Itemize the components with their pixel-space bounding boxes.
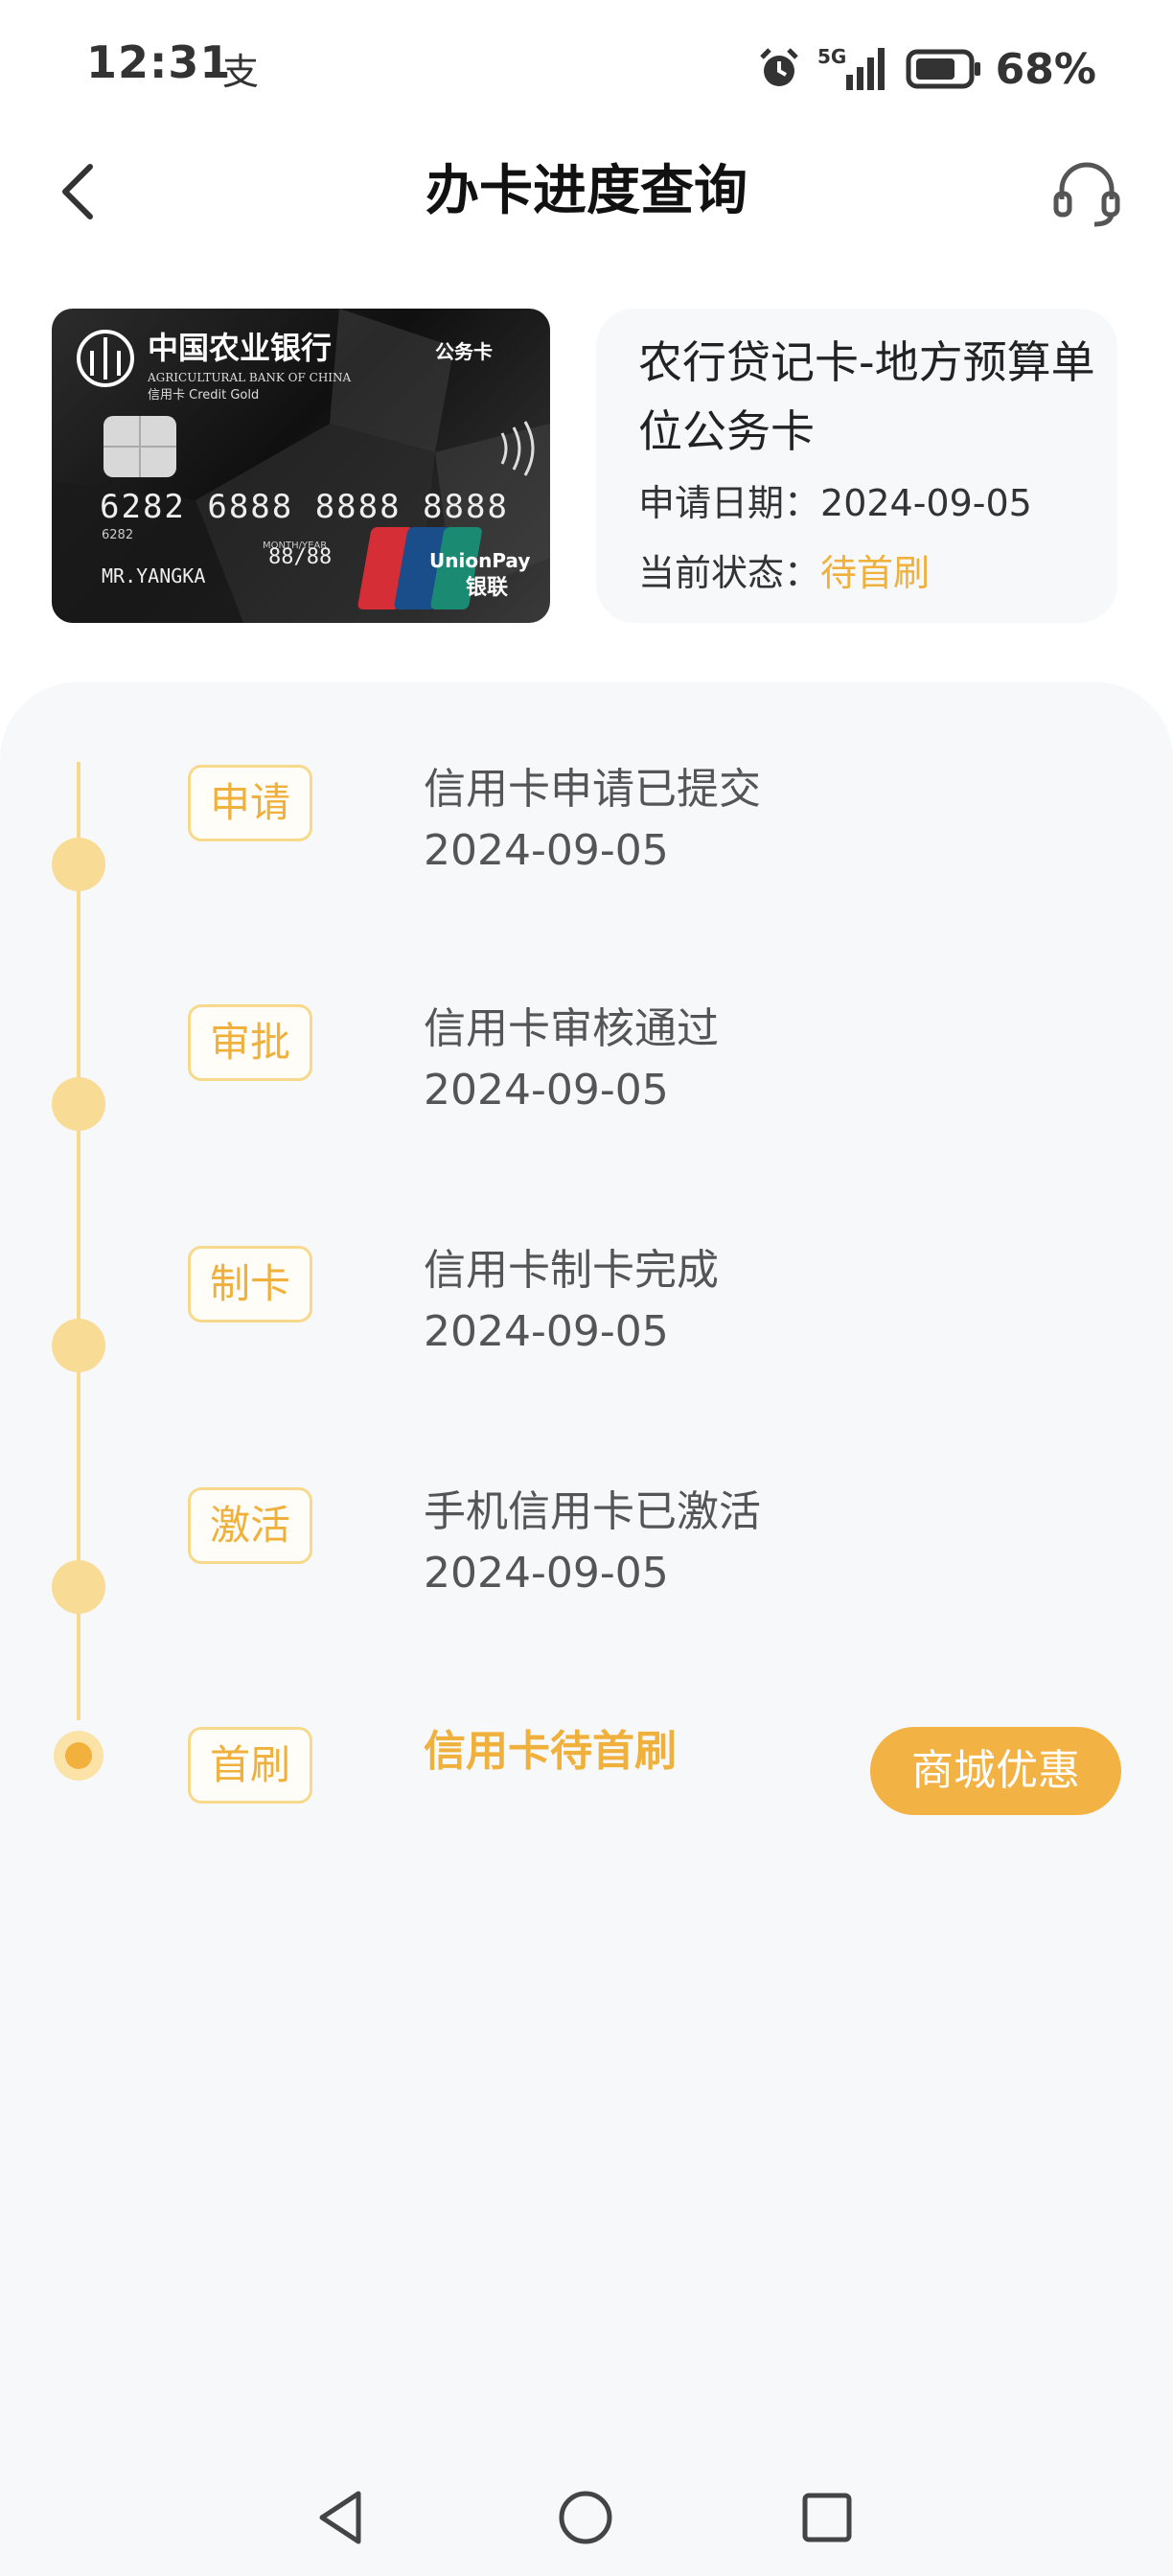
alipay-notification-icon: 支 — [222, 51, 260, 93]
step-title: 信用卡申请已提交 — [424, 765, 761, 814]
step-date: 2024-09-05 — [424, 1066, 669, 1115]
unionpay-text: UnionPay — [429, 549, 530, 572]
step-title: 信用卡制卡完成 — [424, 1246, 719, 1295]
system-nav-bar — [0, 2446, 1173, 2576]
step-dot — [52, 838, 105, 891]
card-artwork: 中国农业银行 AGRICULTURAL BANK OF CHINA 信用卡 Cr… — [52, 309, 550, 623]
card-valid-thru: 88/88 — [268, 545, 332, 569]
step-tag: 首刷 — [188, 1727, 312, 1804]
card-type-label: 公务卡 — [435, 340, 493, 363]
step-title: 信用卡待首刷 — [424, 1727, 677, 1776]
customer-service-button[interactable] — [1048, 153, 1125, 230]
circle-home-icon — [559, 2491, 612, 2544]
card-holder-name: MR.YANGKA — [102, 564, 205, 587]
triangle-back-icon — [319, 2491, 361, 2544]
step-date: 2024-09-05 — [424, 1549, 669, 1598]
current-status-label: 当前状态： — [638, 552, 821, 594]
app-header: 办卡进度查询 — [0, 134, 1173, 249]
step-dot — [52, 1560, 105, 1614]
current-status-value: 待首刷 — [820, 552, 931, 594]
progress-step-make-card: 制卡 信用卡制卡完成 2024-09-05 — [0, 1238, 1173, 1430]
headset-icon — [1053, 162, 1120, 227]
current-status-row: 当前状态：待首刷 — [638, 546, 930, 600]
step-title: 信用卡审核通过 — [424, 1004, 719, 1053]
card-number: 6282 6888 8888 8888 — [100, 488, 509, 526]
credit-card-image: 中国农业银行 AGRICULTURAL BANK OF CHINA 信用卡 Cr… — [52, 309, 550, 623]
step-tag: 申请 — [188, 765, 312, 841]
apply-date-value: 2024-09-05 — [820, 482, 1032, 524]
card-number-prefix: 6282 — [102, 528, 133, 542]
nav-home-button[interactable] — [552, 2484, 619, 2551]
step-tag: 审批 — [188, 1004, 312, 1081]
progress-step-approve: 审批 信用卡审核通过 2024-09-05 — [0, 997, 1173, 1188]
step-tag: 激活 — [188, 1487, 312, 1564]
unionpay-cn-text: 银联 — [466, 576, 508, 600]
step-dot-current — [54, 1731, 104, 1781]
apply-date-label: 申请日期： — [638, 482, 821, 524]
card-bank-name-en: AGRICULTURAL BANK OF CHINA — [147, 371, 352, 384]
step-dot — [52, 1077, 105, 1131]
progress-step-activate: 激活 手机信用卡已激活 2024-09-05 — [0, 1480, 1173, 1671]
card-info-panel: 农行贷记卡-地方预算单位公务卡 申请日期：2024-09-05 当前状态：待首刷 — [596, 309, 1117, 623]
alarm-icon — [759, 48, 798, 86]
apply-date-row: 申请日期：2024-09-05 — [638, 476, 1032, 530]
step-date: 2024-09-05 — [424, 826, 669, 875]
status-bar: 12:31 支 5G 68% — [0, 0, 1173, 134]
card-product-name: 农行贷记卡-地方预算单位公务卡 — [638, 336, 1095, 457]
card-sub-label: 信用卡 Credit Gold — [148, 388, 259, 402]
status-time: 12:31 — [86, 36, 232, 88]
mall-discount-button[interactable]: 商城优惠 — [870, 1727, 1121, 1815]
battery-icon — [906, 49, 980, 89]
battery-percentage: 68% — [995, 44, 1096, 94]
step-tag: 制卡 — [188, 1246, 312, 1322]
nav-back-button[interactable] — [309, 2484, 376, 2551]
step-title: 手机信用卡已激活 — [424, 1487, 761, 1536]
nav-recents-button[interactable] — [794, 2484, 861, 2551]
card-bank-name: 中国农业银行 — [148, 330, 332, 366]
square-recents-icon — [802, 2493, 852, 2542]
step-dot — [52, 1319, 105, 1372]
network-type-label: 5G — [817, 45, 846, 68]
signal-icon: 5G — [817, 45, 885, 90]
progress-step-apply: 申请 信用卡申请已提交 2024-09-05 — [0, 757, 1173, 949]
page-title: 办卡进度查询 — [426, 160, 748, 222]
step-date: 2024-09-05 — [424, 1307, 669, 1356]
status-indicators: 5G 68% — [756, 34, 1096, 104]
